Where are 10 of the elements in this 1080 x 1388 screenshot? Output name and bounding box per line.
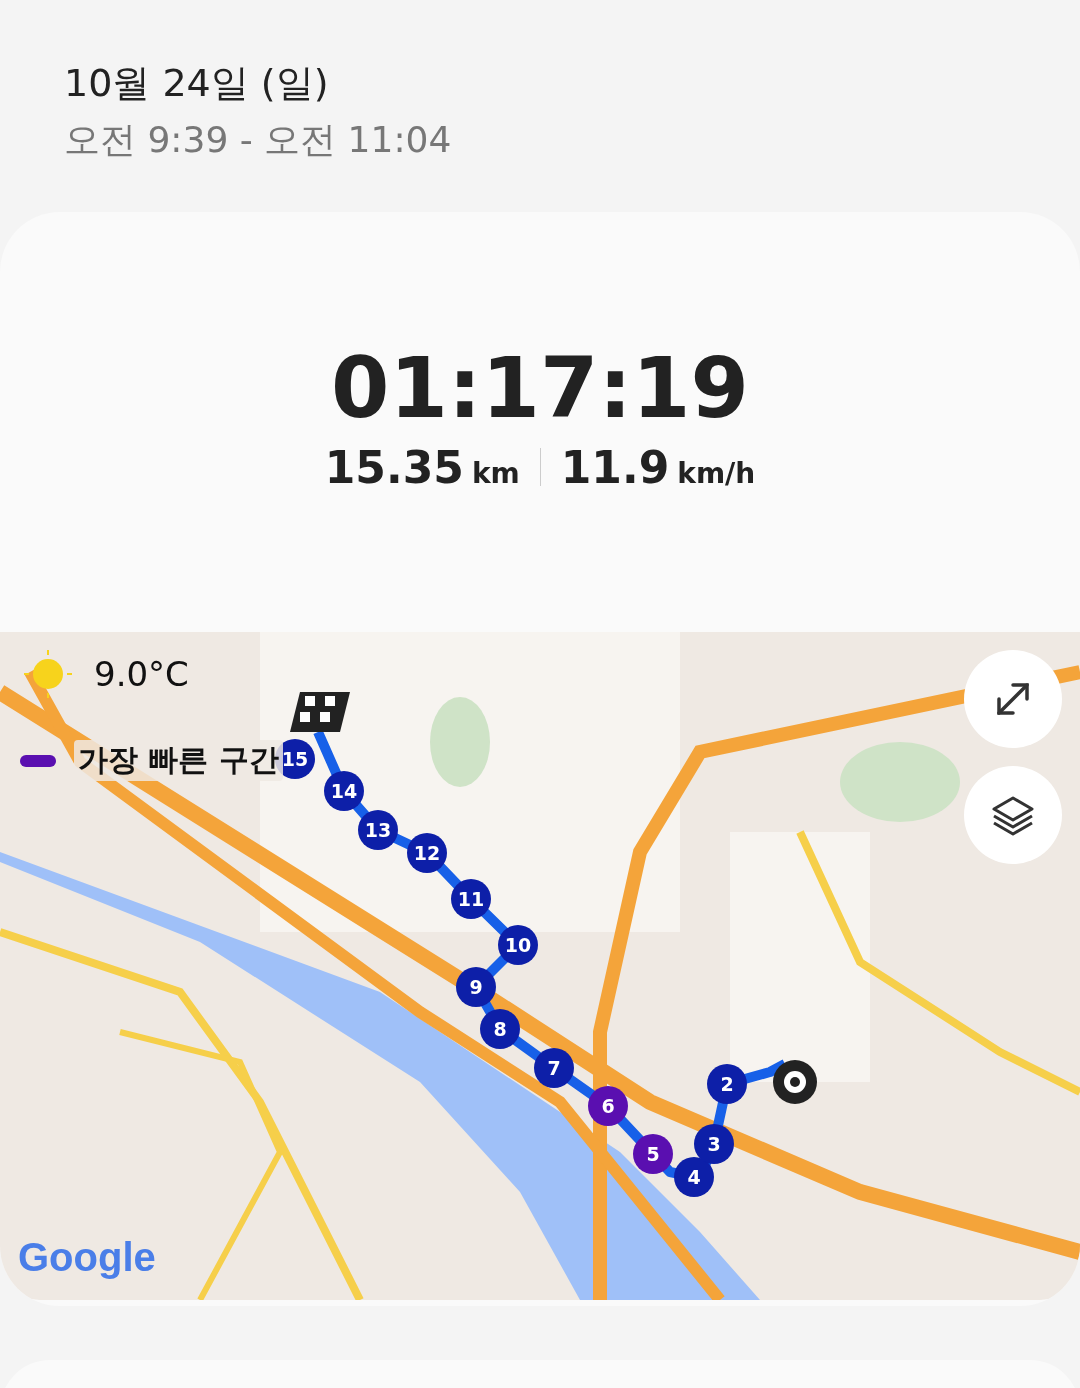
speed-value: 11.9 — [560, 442, 670, 493]
speed-unit: km/h — [677, 457, 756, 490]
legend-label: 가장 빠른 구간 — [74, 740, 283, 781]
duration-text: 01:17:19 — [331, 340, 749, 436]
distance-unit: km — [471, 457, 520, 490]
date-text: 10월 24일 (일) — [64, 60, 330, 107]
google-logo: Google — [18, 1235, 156, 1280]
time-range: 오전 9:39 - 오전 11:04 — [64, 118, 453, 162]
temperature-text: 9.0°C — [94, 654, 189, 694]
distance-value: 15.35 — [324, 442, 464, 493]
